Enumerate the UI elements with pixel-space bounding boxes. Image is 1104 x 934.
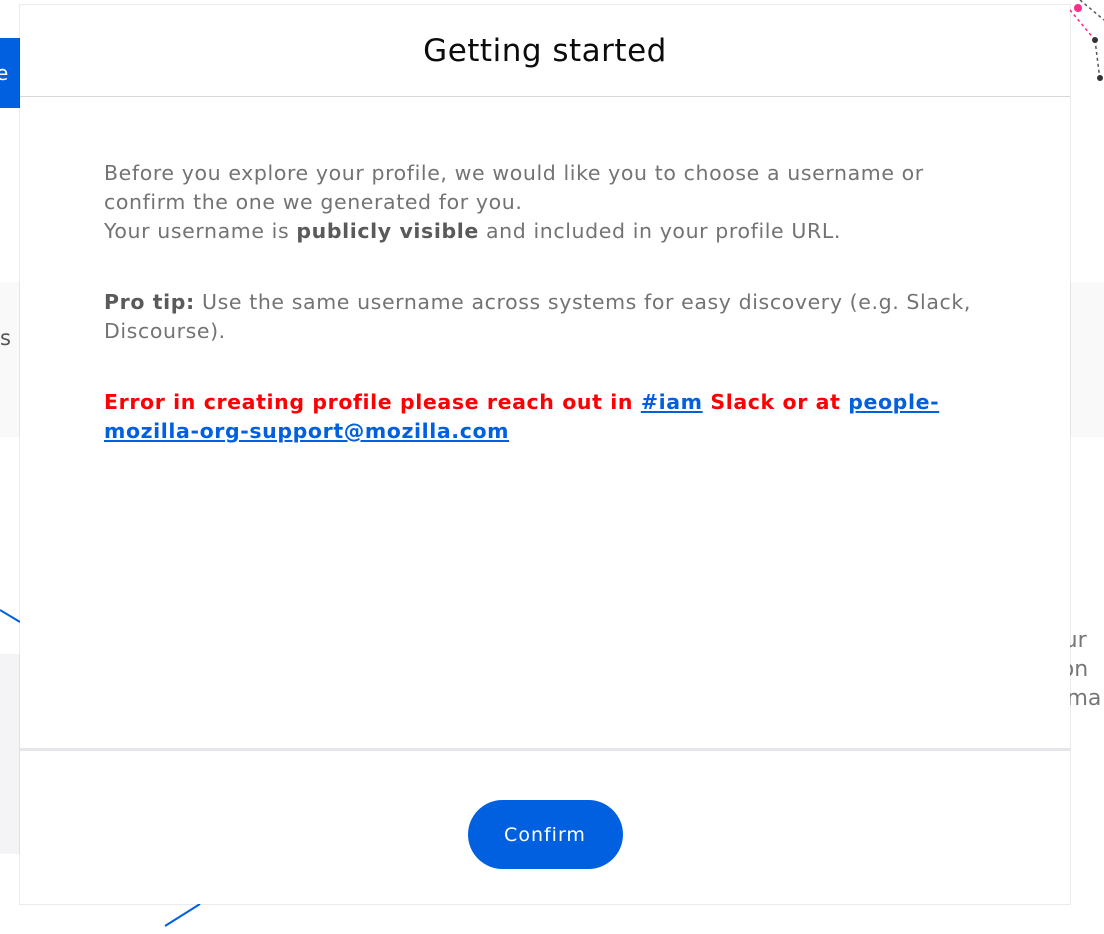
pro-tip-paragraph: Pro tip: Use the same username across sy… (104, 288, 986, 346)
pro-tip-label: Pro tip: (104, 290, 195, 314)
error-text-middle: Slack or at (702, 390, 849, 414)
background-nav-button-label: e (0, 61, 9, 85)
modal-footer: Confirm (20, 748, 1070, 904)
intro-paragraph: Before you explore your profile, we woul… (104, 159, 986, 246)
constellation-illustration (1069, 0, 1104, 81)
getting-started-modal: Getting started Before you explore your … (20, 5, 1070, 904)
publicly-visible-text: publicly visible (296, 219, 479, 243)
modal-title: Getting started (423, 32, 667, 69)
background-block (0, 654, 20, 854)
error-text-start: Error in creating profile please reach o… (104, 390, 641, 414)
background-nav-button: e (0, 38, 20, 108)
iam-slack-link[interactable]: #iam (641, 390, 703, 414)
intro-line-2-end: and included in your profile URL. (478, 219, 841, 243)
confirm-button[interactable]: Confirm (467, 800, 623, 869)
intro-line-1: Before you explore your profile, we woul… (104, 161, 924, 214)
background-band-text: s (0, 326, 11, 350)
modal-header: Getting started (20, 5, 1070, 97)
intro-line-2-start: Your username is (104, 219, 297, 243)
modal-body: Before you explore your profile, we woul… (20, 97, 1070, 749)
error-message: Error in creating profile please reach o… (104, 388, 986, 446)
pro-tip-text: Use the same username across systems for… (104, 290, 971, 343)
